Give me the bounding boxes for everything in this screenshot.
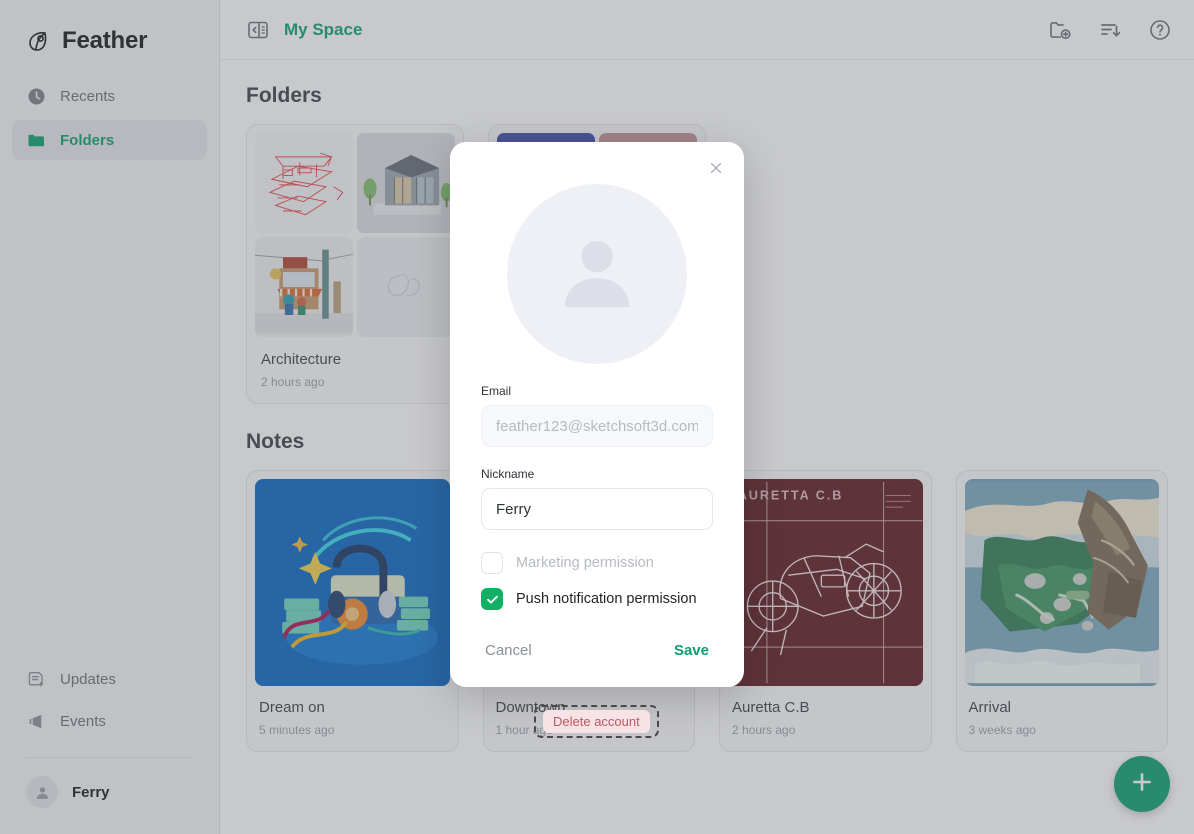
nickname-field-group: Nickname	[481, 467, 713, 530]
permissions-group: Marketing permission Push notification p…	[481, 552, 713, 610]
profile-avatar[interactable]	[507, 184, 687, 364]
push-notification-permission-label: Push notification permission	[516, 591, 697, 607]
nickname-label: Nickname	[481, 467, 535, 481]
email-input	[481, 405, 713, 447]
delete-account-button[interactable]: Delete account	[543, 710, 650, 733]
account-settings-modal: Email Nickname Marketing permission Push…	[450, 142, 744, 687]
marketing-permission-checkbox-row[interactable]: Marketing permission	[481, 552, 713, 574]
person-icon	[551, 226, 643, 323]
marketing-permission-label: Marketing permission	[516, 555, 654, 571]
modal-actions: Cancel Save	[481, 636, 713, 665]
close-icon[interactable]	[702, 154, 730, 182]
email-label: Email	[481, 384, 512, 398]
nickname-input[interactable]	[481, 488, 713, 530]
delete-account-selection: Delete account	[534, 705, 659, 738]
checkbox-unchecked-icon[interactable]	[481, 552, 503, 574]
email-field-group: Email	[481, 384, 713, 447]
push-notification-permission-checkbox-row[interactable]: Push notification permission	[481, 588, 713, 610]
cancel-button[interactable]: Cancel	[481, 636, 536, 665]
checkbox-checked-icon[interactable]	[481, 588, 503, 610]
app-root: Feather Recents Folders Updates Events F…	[0, 0, 1194, 834]
save-button[interactable]: Save	[670, 636, 713, 665]
